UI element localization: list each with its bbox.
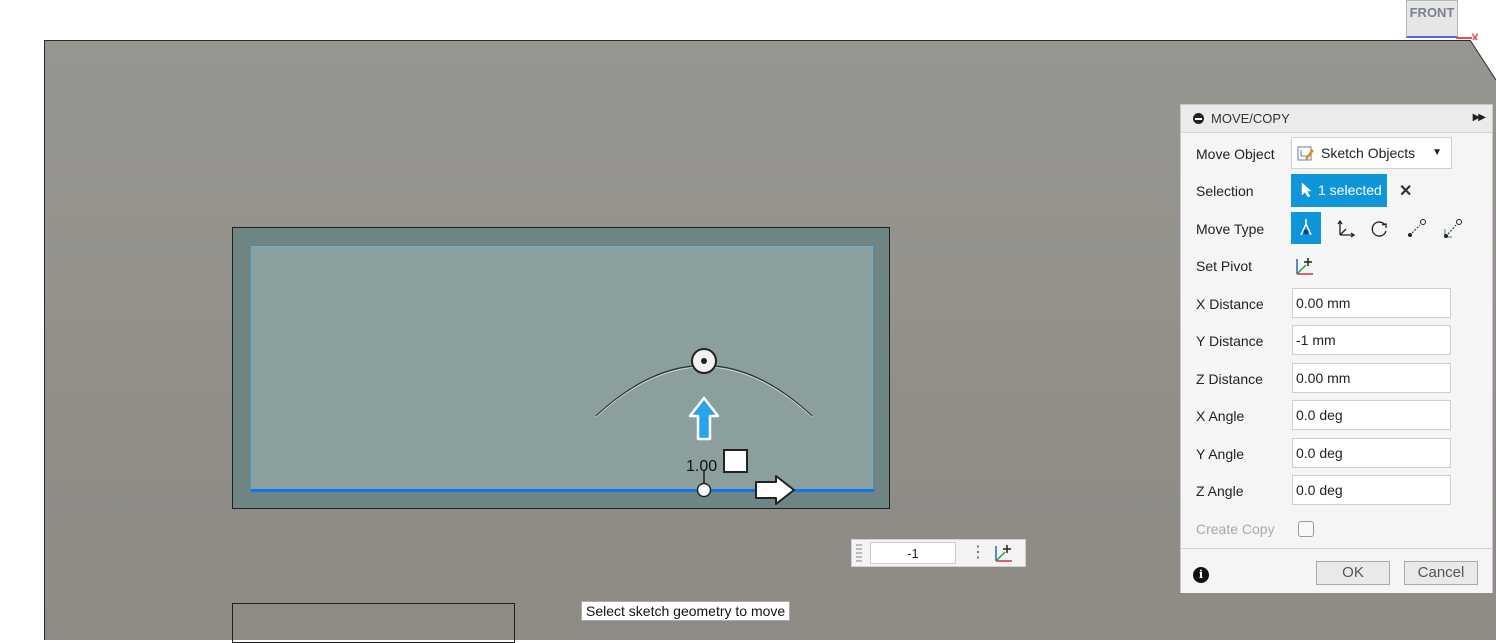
move-object-label: Move Object	[1196, 146, 1275, 162]
dimension-label: 1.00	[686, 458, 718, 475]
selection-value: 1 selected	[1318, 182, 1382, 198]
collapse-icon[interactable]	[1193, 113, 1204, 124]
create-copy-checkbox[interactable]	[1298, 521, 1314, 537]
pivot-icon[interactable]	[993, 542, 1015, 564]
chevron-down-icon: ▼	[1432, 147, 1442, 158]
pivot-icon[interactable]	[1294, 255, 1316, 277]
info-icon[interactable]: i	[1193, 567, 1209, 583]
z-distance-label: Z Distance	[1196, 371, 1263, 387]
more-options-icon[interactable]: ⋮	[970, 542, 986, 562]
x-distance-label: X Distance	[1196, 296, 1264, 312]
z-angle-label: Z Angle	[1196, 483, 1244, 499]
move-type-point-to-point-icon[interactable]	[1401, 212, 1431, 244]
selection-button[interactable]: 1 selected	[1291, 174, 1387, 207]
move-copy-panel: MOVE/COPY ▶▶ Move Object Sketch Objects …	[1180, 104, 1493, 593]
pivot-point	[696, 482, 712, 498]
distance-mini-toolbar: -1 ⋮	[851, 539, 1026, 567]
move-type-free-move-icon[interactable]	[1291, 212, 1321, 244]
y-angle-input[interactable]: 0.0 deg	[1292, 438, 1451, 468]
create-copy-label: Create Copy	[1196, 521, 1275, 537]
selection-label: Selection	[1196, 183, 1254, 199]
cancel-button[interactable]: Cancel	[1404, 561, 1478, 585]
move-object-value: Sketch Objects	[1321, 145, 1416, 161]
y-distance-input[interactable]: -1 mm	[1292, 325, 1451, 355]
expand-icon[interactable]: ▶▶	[1473, 112, 1486, 123]
rotate-handle-icon	[691, 348, 717, 374]
y-distance-label: Y Distance	[1196, 333, 1264, 349]
move-manipulator[interactable]	[590, 340, 820, 510]
panel-title: MOVE/COPY	[1211, 111, 1290, 126]
set-pivot-label: Set Pivot	[1196, 258, 1253, 274]
close-icon[interactable]: ✕	[1399, 181, 1412, 201]
z-distance-input[interactable]: 0.00 mm	[1292, 363, 1451, 393]
panel-header: MOVE/COPY ▶▶	[1181, 105, 1492, 133]
y-angle-label: Y Angle	[1196, 446, 1245, 462]
viewcube[interactable]: FRONT	[1406, 0, 1458, 38]
plane-handle	[723, 449, 748, 473]
x-move-arrow-icon	[755, 475, 795, 505]
x-distance-input[interactable]: 0.00 mm	[1292, 288, 1451, 318]
move-type-translate-icon[interactable]	[1330, 212, 1360, 244]
sketch-profile-lower[interactable]	[232, 603, 515, 643]
panel-footer: i OK Cancel	[1181, 548, 1492, 593]
viewport-corner-edge	[1470, 40, 1496, 80]
move-type-label: Move Type	[1196, 221, 1265, 237]
x-axis-indicator	[1456, 37, 1472, 39]
ok-button[interactable]: OK	[1316, 561, 1390, 585]
x-angle-input[interactable]: 0.0 deg	[1292, 400, 1451, 430]
move-type-rotate-icon[interactable]	[1364, 212, 1394, 244]
move-arrow-icon	[688, 396, 720, 441]
grip-handle[interactable]	[856, 544, 862, 564]
move-type-point-to-position-icon[interactable]	[1437, 212, 1467, 244]
move-object-dropdown[interactable]: Sketch Objects ▼	[1291, 137, 1452, 169]
sketch-objects-icon	[1297, 146, 1314, 161]
status-tooltip: Select sketch geometry to move	[581, 601, 791, 621]
distance-input[interactable]: -1	[870, 542, 956, 564]
x-angle-label: X Angle	[1196, 408, 1245, 424]
cursor-icon	[1301, 182, 1312, 198]
z-angle-input[interactable]: 0.0 deg	[1292, 475, 1451, 505]
